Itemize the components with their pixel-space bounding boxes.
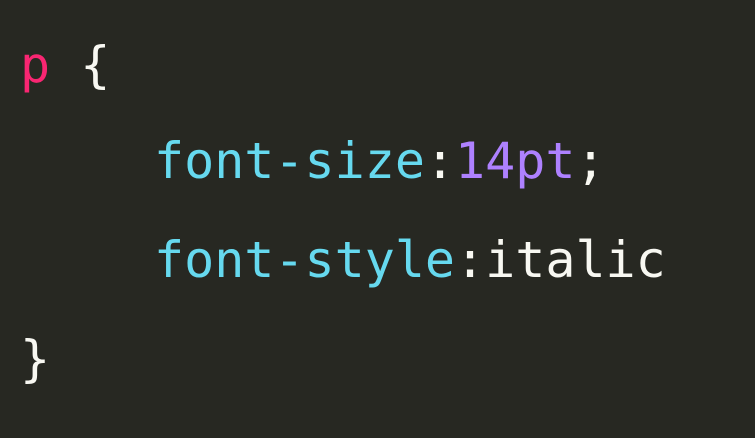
code-line-close: }	[20, 310, 50, 408]
semicolon: ;	[575, 132, 606, 190]
colon: :	[424, 132, 456, 190]
code-line-selector: p {	[20, 16, 110, 114]
open-brace: {	[80, 36, 111, 94]
code-line-declaration: font-style:italic	[154, 211, 666, 309]
code-editor[interactable]: p { font-size:14pt; font-style:italic }	[0, 0, 755, 438]
code-line-declaration: font-size:14pt;	[154, 112, 606, 210]
css-value-keyword: italic	[485, 231, 666, 289]
close-brace: }	[20, 330, 51, 388]
css-value-number: 14pt	[455, 132, 576, 190]
colon: :	[455, 231, 486, 289]
css-property: font-size	[154, 132, 425, 190]
css-property: font-style	[154, 231, 456, 289]
css-selector: p	[20, 36, 51, 94]
